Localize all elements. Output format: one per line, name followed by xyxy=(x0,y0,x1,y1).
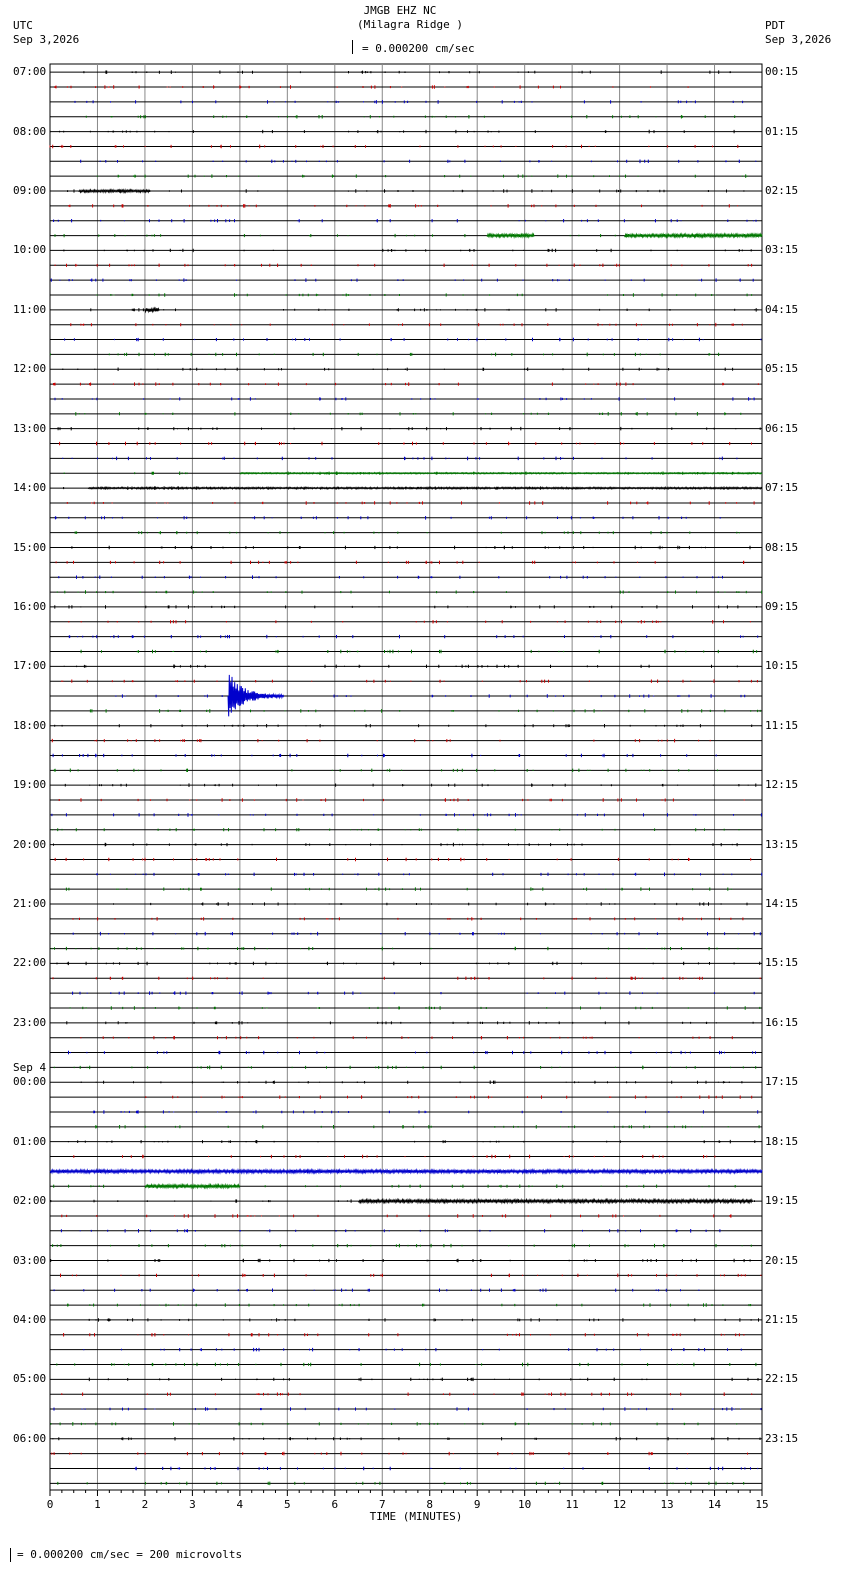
pdt-hour-label: 08:15 xyxy=(765,540,799,554)
pdt-hour-label: 14:15 xyxy=(765,897,799,910)
pdt-hour-label: 19:15 xyxy=(765,1194,799,1208)
utc-hour-label: 17:00 xyxy=(13,659,47,673)
pdt-hour-label: 01:15 xyxy=(765,124,799,138)
utc-hour-label: 00:00 xyxy=(13,1075,47,1089)
x-tick-label: 13 xyxy=(660,1498,673,1511)
utc-hour-label: 01:00 xyxy=(13,1134,47,1148)
footer-scale-icon xyxy=(10,1548,11,1562)
pdt-hour-label: 11:15 xyxy=(765,718,799,732)
x-tick-label: 14 xyxy=(708,1498,722,1511)
utc-hour-label: 12:00 xyxy=(13,362,47,376)
pdt-hour-label: 12:15 xyxy=(765,778,799,792)
utc-hour-label: 14:00 xyxy=(13,481,47,495)
utc-hour-label: 13:00 xyxy=(13,421,47,435)
pdt-hour-label: 15:15 xyxy=(765,956,799,970)
seismic-event-trace xyxy=(358,1197,753,1205)
pdt-hour-label: 22:15 xyxy=(765,1372,799,1386)
utc-hour-label: 22:00 xyxy=(13,956,47,970)
utc-hour-label: 23:00 xyxy=(13,1015,47,1029)
pdt-hour-label: 09:15 xyxy=(765,599,799,613)
utc-hour-label: 06:00 xyxy=(13,1431,47,1445)
seismogram-plot: 0 1 2 3 4 5 6 7 8 9 10 11 12 13 14 15TIME (MINUTES) xyxy=(47,63,769,1523)
seismic-event-trace xyxy=(239,471,763,475)
utc-hour-label: 15:00 xyxy=(13,540,47,554)
seismic-event-trace xyxy=(623,232,763,239)
seismic-event-trace xyxy=(486,232,535,239)
utc-hour-label: 21:00 xyxy=(13,897,47,910)
x-tick-label: 4 xyxy=(237,1498,244,1511)
utc-hour-label: 18:00 xyxy=(13,718,47,732)
utc-hour-label: 05:00 xyxy=(13,1372,47,1386)
x-tick-label: 2 xyxy=(142,1498,149,1511)
utc-hour-label: 11:00 xyxy=(13,302,47,316)
utc-hour-label: 08:00 xyxy=(13,124,47,138)
utc-hour-label: 09:00 xyxy=(13,184,47,197)
pdt-hour-label: 16:15 xyxy=(765,1015,799,1029)
pdt-hour-label: 17:15 xyxy=(765,1075,799,1089)
pdt-hour-label: 05:15 xyxy=(765,362,799,376)
x-tick-label: 0 xyxy=(47,1498,54,1511)
x-tick-label: 9 xyxy=(474,1498,481,1511)
x-tick-label: 10 xyxy=(518,1498,531,1511)
footer-scale-note: = 0.000200 cm/sec = 200 microvolts xyxy=(6,1548,242,1562)
seismic-event-trace xyxy=(144,306,160,314)
pdt-hour-label: 23:15 xyxy=(765,1431,799,1445)
x-tick-label: 5 xyxy=(284,1498,291,1511)
pdt-hour-label: 06:15 xyxy=(765,421,799,435)
footer-scale-text: = 0.000200 cm/sec = 200 microvolts xyxy=(17,1548,243,1561)
pdt-hour-label: 13:15 xyxy=(765,837,799,851)
utc-hour-label: 07:00 xyxy=(13,65,47,79)
pdt-hour-label: 20:15 xyxy=(765,1253,799,1267)
x-axis-label: TIME (MINUTES) xyxy=(370,1510,463,1523)
pdt-hour-label: 07:15 xyxy=(765,481,799,495)
x-tick-label: 6 xyxy=(331,1498,338,1511)
utc-hour-label: 19:00 xyxy=(13,778,47,792)
seismic-event-trace xyxy=(49,1167,763,1175)
pdt-hour-label: 04:15 xyxy=(765,302,799,316)
utc-hour-label: 20:00 xyxy=(13,837,47,851)
x-tick-label: 11 xyxy=(566,1498,579,1511)
x-tick-label: 15 xyxy=(755,1498,768,1511)
utc-hour-label: 03:00 xyxy=(13,1253,47,1267)
x-tick-label: 12 xyxy=(613,1498,626,1511)
pdt-hour-label: 03:15 xyxy=(765,243,799,257)
date-change-label: Sep 4 xyxy=(13,1061,47,1075)
pdt-hour-label: 02:15 xyxy=(765,184,799,197)
utc-hour-label: 04:00 xyxy=(13,1312,47,1326)
x-tick-label: 1 xyxy=(94,1498,101,1511)
seismic-event-trace xyxy=(87,486,763,491)
pdt-hour-label: 21:15 xyxy=(765,1312,799,1326)
pdt-hour-label: 00:15 xyxy=(765,65,799,79)
seismic-event-trace xyxy=(78,188,151,194)
utc-hour-label: 02:00 xyxy=(13,1194,47,1208)
pdt-hour-label: 18:15 xyxy=(765,1134,799,1148)
x-tick-label: 3 xyxy=(189,1498,196,1511)
utc-hour-label: 16:00 xyxy=(13,599,47,613)
utc-hour-label: 10:00 xyxy=(13,243,47,257)
pdt-hour-label: 10:15 xyxy=(765,659,799,673)
